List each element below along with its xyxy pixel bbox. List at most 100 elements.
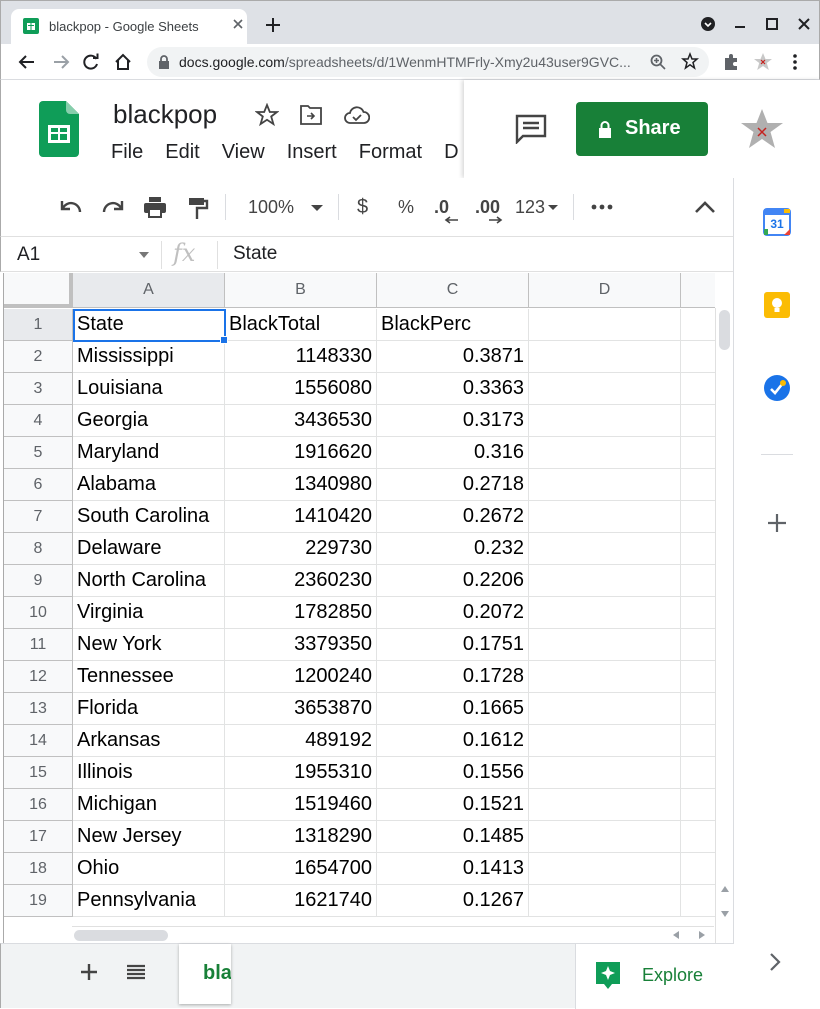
column-header-b[interactable]: B <box>225 273 377 308</box>
comment-history-icon[interactable] <box>515 114 547 144</box>
redo-icon[interactable] <box>101 196 125 218</box>
cell[interactable]: BlackTotal <box>225 309 377 341</box>
menu-data[interactable]: D <box>444 141 458 163</box>
row-header[interactable]: 11 <box>4 629 73 661</box>
cell[interactable]: 0.1751 <box>377 629 529 661</box>
row-header[interactable]: 16 <box>4 789 73 821</box>
cell[interactable] <box>529 661 681 693</box>
column-header-c[interactable]: C <box>377 273 529 308</box>
horizontal-scroll-thumb[interactable] <box>74 930 168 941</box>
cell[interactable]: 0.1728 <box>377 661 529 693</box>
cell[interactable]: 0.1267 <box>377 885 529 917</box>
cell[interactable] <box>681 597 715 629</box>
scroll-right-arrow-icon[interactable] <box>698 930 706 940</box>
explore-button[interactable]: Explore <box>575 944 734 1009</box>
new-tab-icon[interactable] <box>263 15 283 35</box>
cell[interactable] <box>529 597 681 629</box>
cell[interactable] <box>529 533 681 565</box>
sheets-logo-icon[interactable] <box>39 101 79 157</box>
cell[interactable] <box>681 469 715 501</box>
cell[interactable] <box>529 629 681 661</box>
cell[interactable]: 1782850 <box>225 597 377 629</box>
close-window-icon[interactable] <box>795 15 813 33</box>
row-header[interactable]: 5 <box>4 437 73 469</box>
cell[interactable] <box>681 757 715 789</box>
keep-icon[interactable] <box>763 291 791 319</box>
undo-icon[interactable] <box>59 196 83 218</box>
cell[interactable] <box>529 501 681 533</box>
formula-input[interactable]: State <box>233 243 277 265</box>
cell[interactable] <box>529 693 681 725</box>
cell[interactable] <box>529 437 681 469</box>
get-addons-icon[interactable] <box>766 512 788 534</box>
cell[interactable] <box>529 885 681 917</box>
cell[interactable] <box>681 341 715 373</box>
cell[interactable] <box>529 469 681 501</box>
cell[interactable]: 0.1556 <box>377 757 529 789</box>
cell[interactable]: North Carolina <box>73 565 225 597</box>
cell[interactable] <box>681 501 715 533</box>
cell[interactable]: 0.3173 <box>377 405 529 437</box>
cell[interactable]: 1654700 <box>225 853 377 885</box>
cell[interactable]: 0.1485 <box>377 821 529 853</box>
back-icon[interactable] <box>17 52 37 72</box>
cell[interactable]: Ohio <box>73 853 225 885</box>
row-header[interactable]: 15 <box>4 757 73 789</box>
percent-format-button[interactable]: % <box>398 178 414 236</box>
move-folder-icon[interactable] <box>299 104 323 126</box>
browser-menu-icon[interactable] <box>785 52 805 72</box>
reload-icon[interactable] <box>81 52 101 72</box>
collapse-menus-icon[interactable] <box>694 200 716 214</box>
cell[interactable] <box>681 309 715 341</box>
name-box-dropdown-icon[interactable] <box>139 252 149 258</box>
scroll-left-arrow-icon[interactable] <box>672 930 680 940</box>
cell[interactable]: 0.1413 <box>377 853 529 885</box>
cell[interactable] <box>681 533 715 565</box>
fill-handle[interactable] <box>220 336 228 344</box>
cell[interactable]: 1340980 <box>225 469 377 501</box>
address-bar[interactable]: docs.google.com/spreadsheets/d/1WenmHTMF… <box>147 47 709 77</box>
decrease-decimal-button[interactable]: .0 <box>434 178 449 236</box>
more-formats-button[interactable]: 123 <box>515 178 545 236</box>
name-box[interactable]: A1 <box>17 244 40 266</box>
zoom-select[interactable]: 100% <box>248 178 294 236</box>
cell[interactable]: 0.1521 <box>377 789 529 821</box>
cell[interactable]: 2360230 <box>225 565 377 597</box>
minimize-icon[interactable] <box>731 15 749 33</box>
row-header[interactable]: 12 <box>4 661 73 693</box>
cell[interactable]: 1410420 <box>225 501 377 533</box>
cell[interactable] <box>529 821 681 853</box>
cell[interactable] <box>529 789 681 821</box>
row-header[interactable]: 6 <box>4 469 73 501</box>
menu-edit[interactable]: Edit <box>165 141 199 163</box>
cell[interactable] <box>681 821 715 853</box>
account-avatar-icon[interactable] <box>740 108 784 150</box>
cell[interactable] <box>681 789 715 821</box>
share-button[interactable]: Share <box>576 102 708 156</box>
cell[interactable]: Georgia <box>73 405 225 437</box>
row-header[interactable]: 4 <box>4 405 73 437</box>
cell[interactable]: 229730 <box>225 533 377 565</box>
cell[interactable]: Tennessee <box>73 661 225 693</box>
cell[interactable]: 1148330 <box>225 341 377 373</box>
cell[interactable]: BlackPerc <box>377 309 529 341</box>
horizontal-scrollbar[interactable] <box>72 926 714 943</box>
currency-format-button[interactable]: $ <box>357 178 368 236</box>
cell[interactable]: State <box>73 309 225 341</box>
cell[interactable]: Mississippi <box>73 341 225 373</box>
print-icon[interactable] <box>143 196 167 218</box>
cell[interactable] <box>681 693 715 725</box>
cloud-saved-icon[interactable] <box>344 105 370 125</box>
row-header[interactable]: 3 <box>4 373 73 405</box>
menu-view[interactable]: View <box>222 141 265 163</box>
extensions-icon[interactable] <box>721 52 741 72</box>
cell[interactable]: 0.2206 <box>377 565 529 597</box>
increase-decimal-button[interactable]: .00 <box>475 178 500 236</box>
menu-insert[interactable]: Insert <box>287 141 337 163</box>
menu-format[interactable]: Format <box>359 141 422 163</box>
profile-star-icon[interactable] <box>753 52 773 72</box>
cell[interactable]: South Carolina <box>73 501 225 533</box>
row-header[interactable]: 14 <box>4 725 73 757</box>
cell[interactable]: Michigan <box>73 789 225 821</box>
cell[interactable] <box>529 853 681 885</box>
